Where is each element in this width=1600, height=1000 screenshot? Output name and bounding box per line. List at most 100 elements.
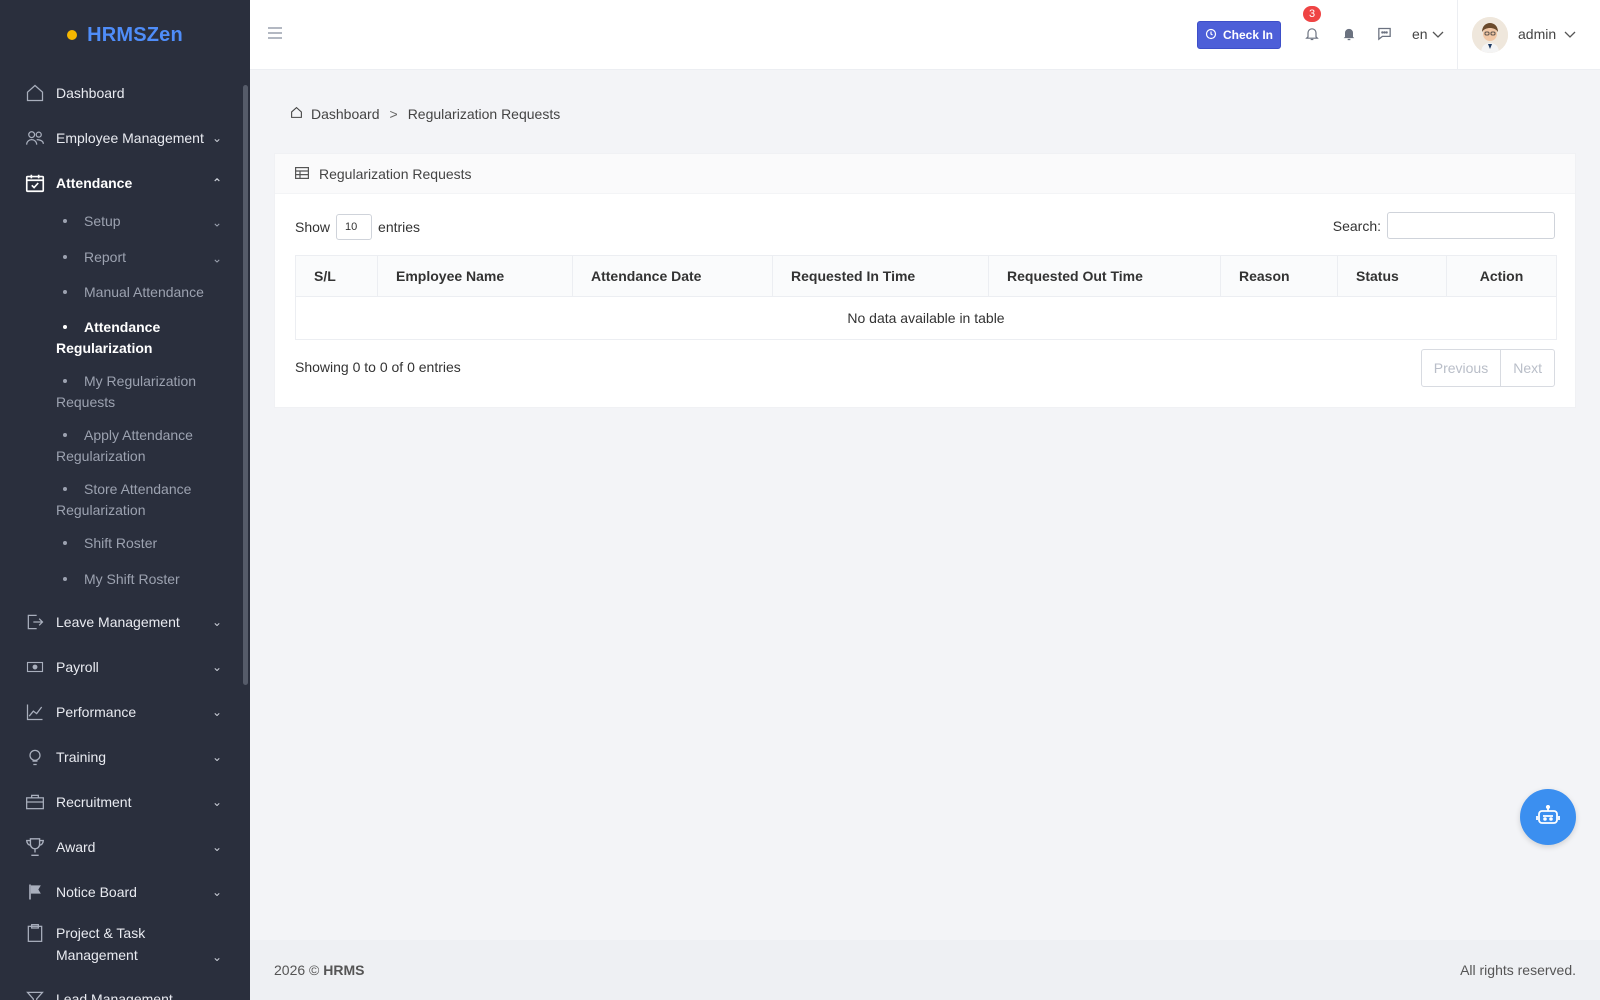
flag-icon — [24, 881, 46, 903]
submenu-item-report[interactable]: Report ⌄ — [0, 241, 250, 276]
chevron-down-icon: ⌄ — [211, 839, 222, 854]
chevron-down-icon: ⌄ — [211, 659, 222, 674]
submenu-item-label: My Shift Roster — [84, 571, 180, 587]
avatar[interactable] — [1472, 17, 1508, 53]
sidebar-item-employee-management[interactable]: Employee Management ⌄ — [0, 115, 250, 160]
attendance-submenu: Setup ⌄ Report ⌄ Manual Attendance Atten… — [0, 205, 250, 599]
submenu-item-shift-roster[interactable]: Shift Roster — [0, 527, 250, 563]
search-label: Search: — [1332, 217, 1381, 234]
card-header: Regularization Requests — [275, 154, 1575, 194]
pagination: Previous Next — [1420, 349, 1555, 387]
top-header: Check In 3 en admin — [250, 0, 1600, 70]
sidebar-item-payroll[interactable]: Payroll ⌄ — [0, 644, 250, 689]
header-divider — [1457, 0, 1458, 70]
chevron-up-icon: ⌃ — [211, 175, 222, 190]
breadcrumb: Dashboard > Regularization Requests — [290, 106, 560, 122]
bell-outline-icon[interactable] — [1304, 25, 1320, 45]
next-page-button[interactable]: Next — [1500, 350, 1554, 386]
sidebar-item-leave-management[interactable]: Leave Management ⌄ — [0, 599, 250, 644]
footer-year: 2026 © — [274, 962, 320, 978]
column-header-status[interactable]: Status — [1337, 255, 1447, 297]
bell-filled-icon[interactable] — [1341, 25, 1357, 45]
chevron-down-icon: ⌄ — [211, 749, 222, 764]
brand-name: HRMSZen — [87, 23, 183, 46]
chevron-down-icon: ⌄ — [211, 251, 222, 265]
chevron-down-icon: ⌄ — [211, 794, 222, 809]
column-header-action[interactable]: Action — [1446, 255, 1557, 297]
column-header-employee-name[interactable]: Employee Name — [377, 255, 573, 297]
bullet-icon — [63, 325, 67, 329]
table-row: No data available in table — [295, 296, 1557, 340]
sidebar-item-performance[interactable]: Performance ⌄ — [0, 689, 250, 734]
bullet-icon — [63, 577, 67, 581]
sidebar-item-label: Leave Management — [56, 613, 180, 630]
breadcrumb-home-link[interactable]: Dashboard — [311, 106, 380, 122]
regularization-table: S/L Employee Name Attendance Date Reques… — [295, 255, 1557, 340]
chevron-down-icon: ⌄ — [211, 614, 222, 629]
sidebar-item-notice-board[interactable]: Notice Board ⌄ — [0, 869, 250, 914]
bullet-icon — [63, 255, 67, 259]
column-header-reason[interactable]: Reason — [1220, 255, 1338, 297]
table-icon — [295, 166, 310, 182]
submenu-item-manual-attendance[interactable]: Manual Attendance — [0, 276, 250, 311]
language-selector[interactable]: en — [1412, 26, 1444, 42]
regularization-requests-card: Regularization Requests Show 10 entries … — [274, 153, 1576, 408]
submenu-item-apply-attendance-regularization[interactable]: Apply Attendance Regularization — [0, 419, 250, 473]
sidebar-item-label: Lead Management — [56, 990, 173, 1000]
chevron-down-icon: ⌄ — [211, 991, 222, 1000]
chevron-down-icon: ⌄ — [211, 884, 222, 899]
previous-page-button[interactable]: Previous — [1422, 350, 1500, 386]
submenu-item-attendance-regularization[interactable]: Attendance Regularization — [0, 311, 250, 365]
submenu-item-my-shift-roster[interactable]: My Shift Roster — [0, 563, 250, 599]
chat-icon[interactable] — [1376, 25, 1393, 45]
sidebar-item-label: Notice Board — [56, 883, 137, 900]
lightbulb-icon — [24, 746, 46, 768]
submenu-item-setup[interactable]: Setup ⌄ — [0, 205, 250, 241]
menu-toggle-icon[interactable] — [268, 26, 282, 44]
submenu-item-store-attendance-regularization[interactable]: Store Attendance Regularization — [0, 473, 250, 527]
show-label: Show — [295, 219, 331, 235]
sidebar-item-award[interactable]: Award ⌄ — [0, 824, 250, 869]
column-header-sl[interactable]: S/L — [295, 255, 378, 297]
chatbot-button[interactable] — [1520, 789, 1576, 845]
robot-icon — [1536, 804, 1560, 830]
sidebar-item-label: Project & Task Management — [56, 925, 146, 963]
chevron-down-icon — [1432, 26, 1444, 42]
bullet-icon — [63, 219, 67, 223]
card-title: Regularization Requests — [319, 165, 472, 182]
bullet-icon — [63, 541, 67, 545]
check-in-button[interactable]: Check In — [1197, 21, 1281, 49]
sidebar-item-label: Performance — [56, 703, 137, 720]
submenu-item-my-regularization-requests[interactable]: My Regularization Requests — [0, 365, 250, 419]
user-menu[interactable]: admin — [1518, 26, 1576, 42]
sidebar-item-label: Employee Management — [56, 129, 204, 146]
entries-label: entries — [378, 219, 421, 235]
column-header-requested-out-time[interactable]: Requested Out Time — [988, 255, 1221, 297]
footer-rights: All rights reserved. — [1460, 962, 1576, 978]
sidebar-item-label: Training — [56, 748, 107, 765]
footer-brand: HRMS — [323, 962, 365, 978]
notification-badge: 3 — [1303, 6, 1321, 22]
brand-logo[interactable]: HRMSZen — [0, 0, 250, 70]
column-header-attendance-date[interactable]: Attendance Date — [572, 255, 773, 297]
submenu-item-label: Report — [84, 249, 127, 265]
home-icon — [290, 106, 303, 122]
table-info: Showing 0 to 0 of 0 entries — [295, 359, 461, 375]
sidebar-item-label: Attendance — [56, 174, 133, 191]
sidebar-item-project-task-management[interactable]: Project & Task Management ⌄ — [0, 914, 250, 976]
sidebar-item-lead-management[interactable]: Lead Management ⌄ — [0, 976, 250, 1000]
chevron-down-icon: ⌄ — [211, 130, 222, 145]
sidebar-item-recruitment[interactable]: Recruitment ⌄ — [0, 779, 250, 824]
column-header-requested-in-time[interactable]: Requested In Time — [772, 255, 989, 297]
chevron-down-icon: ⌄ — [211, 704, 222, 719]
money-icon — [24, 656, 46, 678]
bullet-icon — [63, 433, 67, 437]
exit-icon — [24, 611, 46, 633]
sidebar-item-training[interactable]: Training ⌄ — [0, 734, 250, 779]
entries-per-page-select[interactable]: 10 — [336, 214, 373, 240]
submenu-item-label: Manual Attendance — [84, 284, 204, 300]
search-input[interactable] — [1387, 212, 1555, 239]
breadcrumb-separator: > — [389, 106, 398, 122]
sidebar-item-dashboard[interactable]: Dashboard — [0, 70, 250, 115]
sidebar-item-attendance[interactable]: Attendance ⌃ — [0, 160, 250, 205]
